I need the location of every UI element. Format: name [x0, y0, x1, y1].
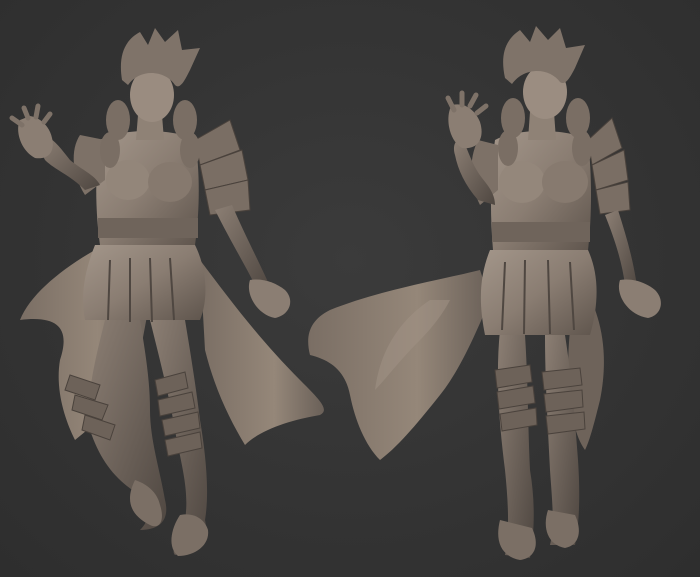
belt: [492, 222, 590, 242]
hand-raised: [18, 116, 53, 159]
figure-right: [308, 26, 661, 560]
arm-lowered: [605, 210, 637, 290]
render-viewport: [0, 0, 700, 577]
figure-left: [9, 28, 324, 556]
sculpt-render: [9, 26, 661, 560]
pauldron-right: [587, 117, 631, 215]
hand-lowered: [248, 279, 291, 318]
hand-lowered: [618, 279, 661, 318]
chest-right: [542, 161, 588, 203]
skirt: [83, 245, 206, 320]
chest-left: [499, 161, 545, 203]
belt: [98, 218, 198, 238]
arm-lowered: [215, 205, 269, 290]
greave-plates: [494, 364, 586, 435]
skirt: [480, 250, 597, 335]
cape-long: [308, 270, 490, 460]
chest-right: [148, 162, 192, 202]
pauldron-right: [194, 119, 251, 216]
